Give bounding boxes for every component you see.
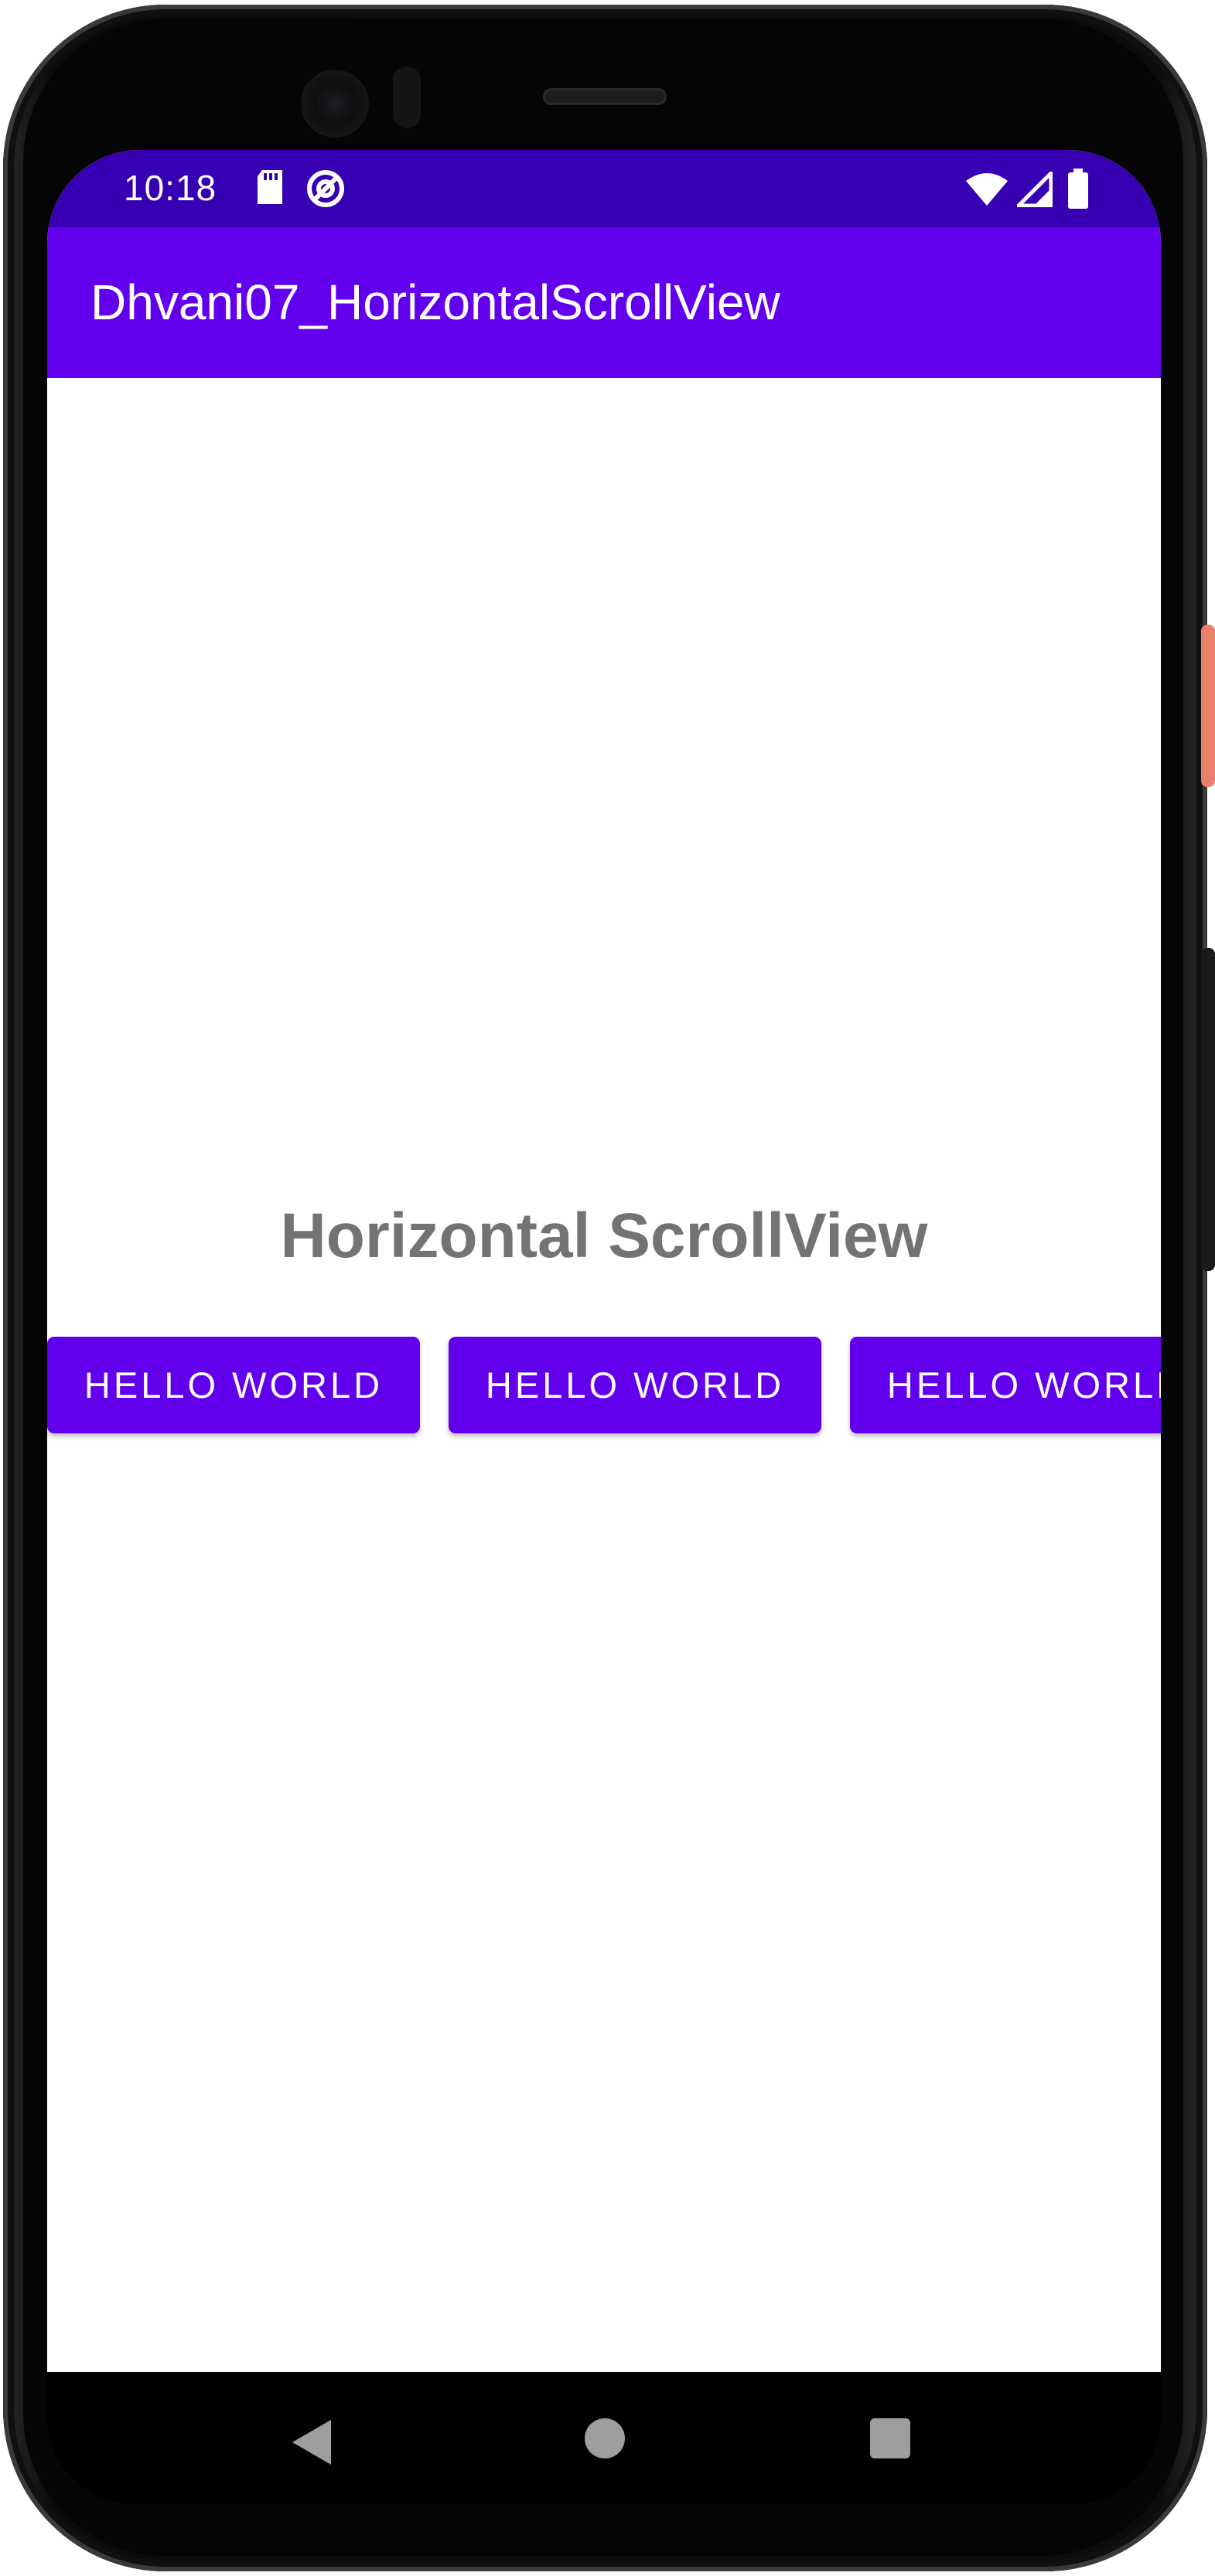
- page-heading: Horizontal ScrollView: [280, 1201, 928, 1271]
- battery-icon: [1067, 169, 1090, 214]
- navigation-bar: [47, 2372, 1161, 2503]
- hello-world-button-1[interactable]: HELLO WORLD: [47, 1337, 420, 1433]
- at-sign-icon: [305, 169, 346, 213]
- phone-frame: 10:18 Dhvani07_HorizontalScrollView Hori…: [0, 0, 1215, 2576]
- main-content: Horizontal ScrollView HELLO WORLD HELLO …: [47, 378, 1161, 2372]
- front-camera-icon: [304, 73, 366, 135]
- screen: 10:18 Dhvani07_HorizontalScrollView Hori…: [47, 150, 1161, 2372]
- recents-icon[interactable]: [870, 2418, 910, 2458]
- signal-icon: [1013, 168, 1053, 211]
- sensor: [393, 66, 421, 128]
- earpiece-speaker: [543, 88, 667, 105]
- volume-button: [1201, 948, 1215, 1271]
- hello-world-button-2[interactable]: HELLO WORLD: [449, 1337, 821, 1433]
- back-icon[interactable]: [292, 2420, 331, 2465]
- sd-card-icon: [254, 169, 285, 210]
- status-bar: 10:18: [47, 150, 1161, 227]
- wifi-icon: [964, 172, 1009, 211]
- hello-world-button-3[interactable]: HELLO WORLD: [850, 1337, 1161, 1433]
- horizontal-scroll-view[interactable]: HELLO WORLD HELLO WORLD HELLO WORLD: [47, 1337, 1161, 1445]
- power-button: [1201, 625, 1215, 787]
- status-time: 10:18: [124, 168, 217, 208]
- app-bar: Dhvani07_HorizontalScrollView: [47, 227, 1161, 378]
- home-icon[interactable]: [585, 2418, 625, 2458]
- app-title: Dhvani07_HorizontalScrollView: [90, 274, 780, 330]
